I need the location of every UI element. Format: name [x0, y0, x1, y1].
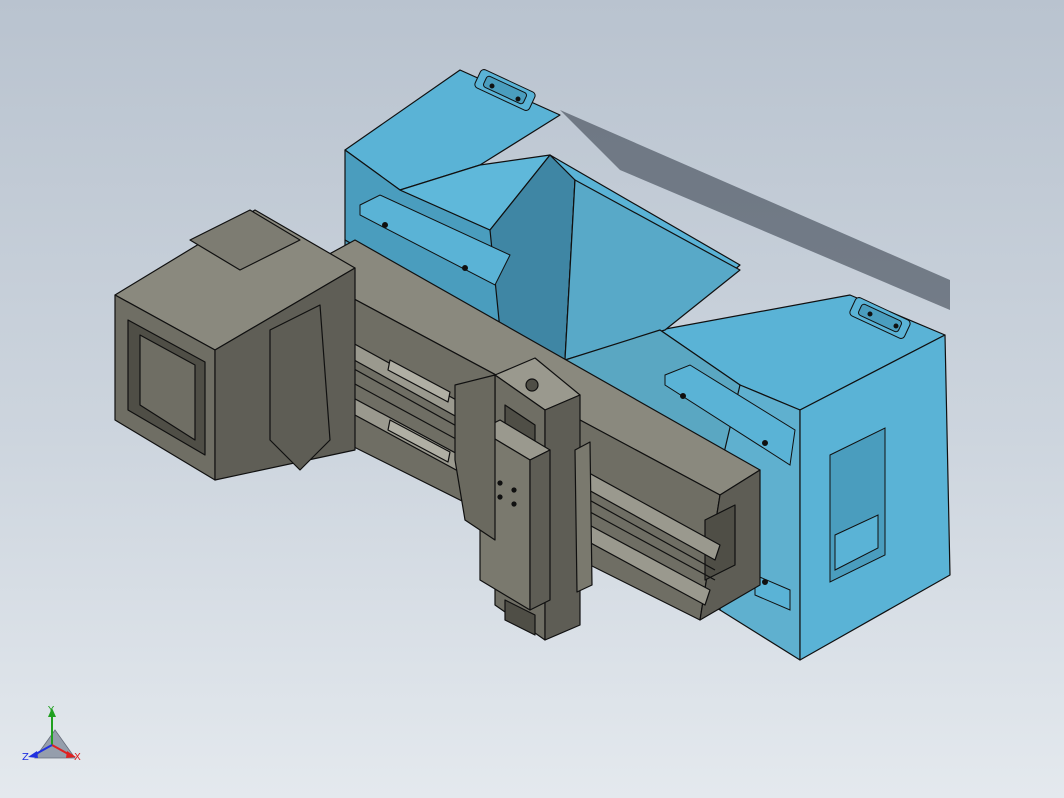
carriage-saddle [454, 374, 496, 541]
z-axis-label: Z [22, 752, 29, 763]
column-head[interactable] [114, 209, 356, 481]
x-axis-label: X [74, 752, 81, 763]
z-axis-carriage[interactable] [454, 357, 593, 641]
cad-model-view[interactable]: Y X Z [0, 0, 1064, 798]
coordinate-triad: Y X Z [22, 705, 81, 763]
y-axis-label: Y [47, 705, 55, 716]
cad-graphics-viewport[interactable]: Y X Z [0, 0, 1064, 798]
